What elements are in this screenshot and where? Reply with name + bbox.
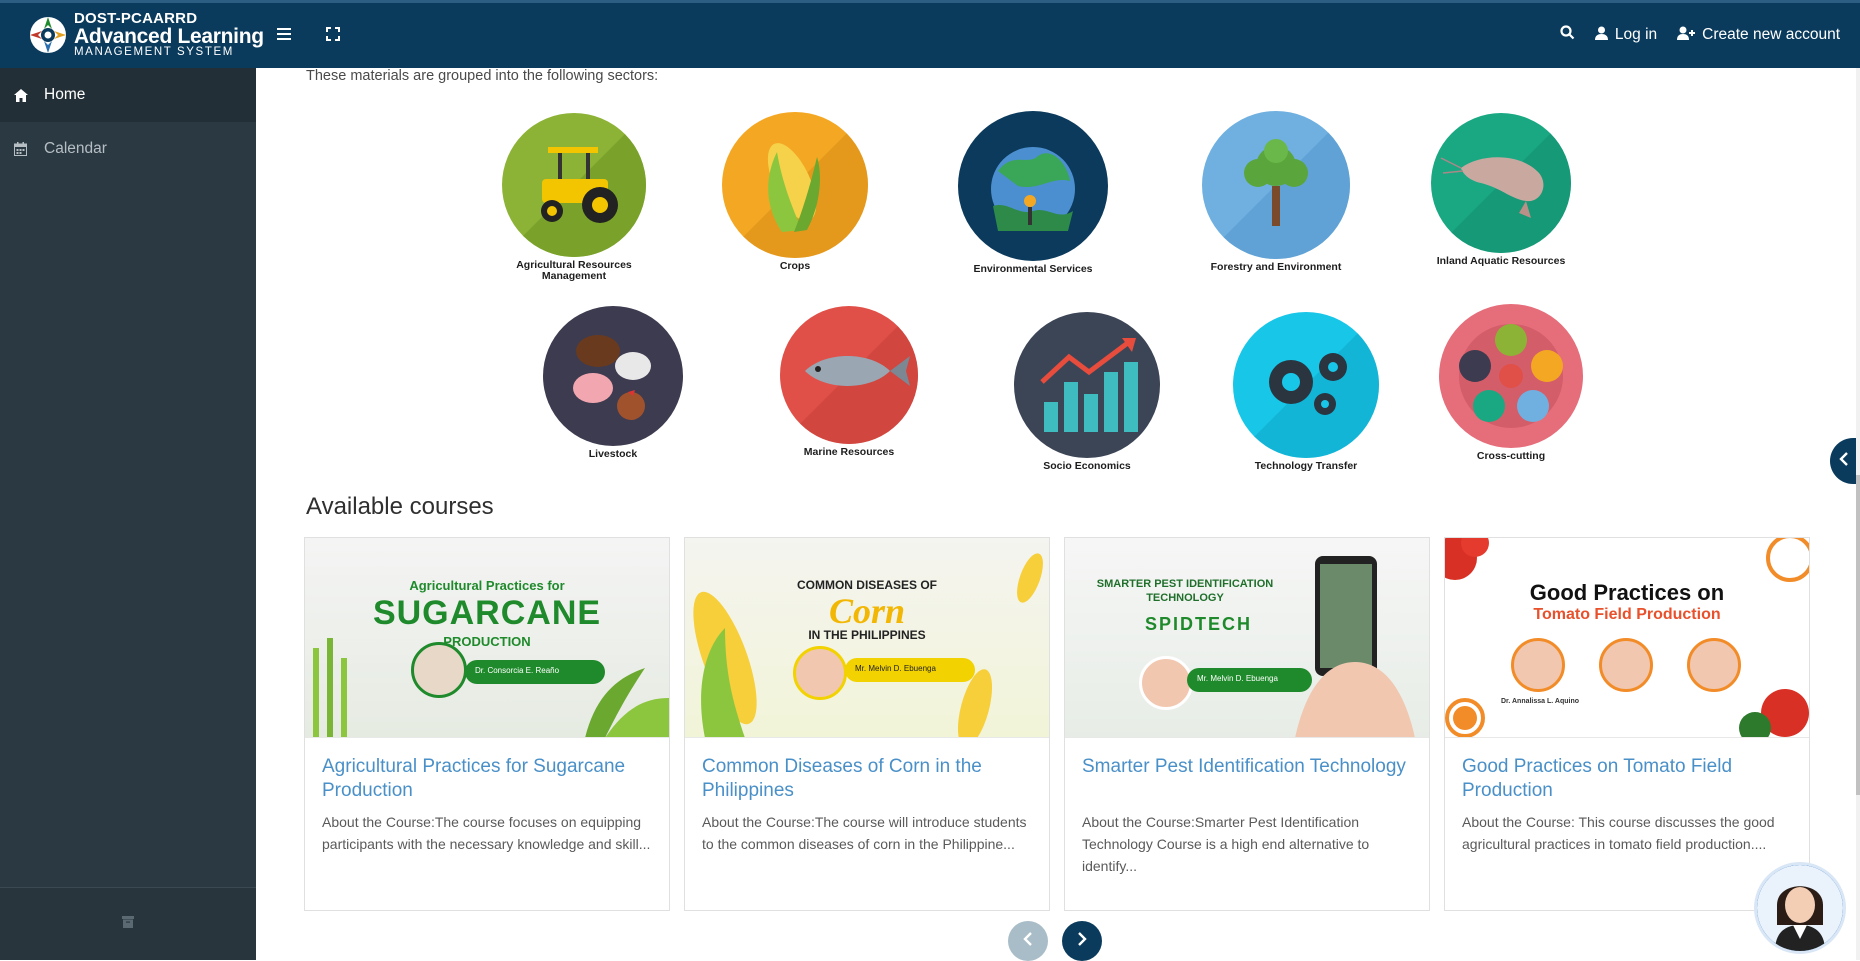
- fullscreen-button[interactable]: [320, 23, 346, 49]
- sector-label: Socio Economics: [1043, 460, 1131, 472]
- sectors-intro-text: These materials are grouped into the fol…: [306, 68, 659, 84]
- banner-line-2: TECHNOLOGY: [1146, 592, 1224, 604]
- chevron-left-icon: [1023, 931, 1033, 951]
- sector-forestry-environment[interactable]: Forestry and Environment: [1191, 111, 1361, 273]
- brand-line-1: DOST-PCAARRD: [74, 10, 198, 27]
- course-card[interactable]: Good Practices on Tomato Field Productio…: [1444, 537, 1810, 911]
- sector-agricultural-resources[interactable]: Agricultural Resources Management: [496, 113, 652, 282]
- fish-icon: [780, 306, 918, 444]
- chat-assistant-button[interactable]: [1754, 862, 1846, 954]
- cross-cutting-icon: [1439, 304, 1583, 448]
- create-account-link[interactable]: Create new account: [1677, 26, 1840, 45]
- menu-icon: [277, 27, 291, 45]
- chevron-right-icon: [1077, 931, 1087, 951]
- course-title-link[interactable]: Smarter Pest Identification Technology: [1082, 755, 1412, 779]
- calendar-icon: [14, 142, 32, 156]
- course-banner-image[interactable]: SMARTER PEST IDENTIFICATION TECHNOLOGY S…: [1065, 538, 1429, 738]
- sector-label: Inland Aquatic Resources: [1436, 255, 1566, 267]
- sector-livestock[interactable]: Livestock: [541, 306, 685, 460]
- create-account-label: Create new account: [1702, 26, 1840, 43]
- sidebar-item-calendar[interactable]: Calendar: [0, 122, 256, 176]
- home-icon: [14, 88, 32, 102]
- sector-label: Forestry and Environment: [1210, 261, 1342, 273]
- sector-label: Crops: [779, 260, 811, 272]
- brand-logo: [26, 13, 70, 57]
- livestock-icon: [543, 306, 683, 446]
- search-icon: [1560, 25, 1575, 45]
- sector-cross-cutting[interactable]: Cross-cutting: [1436, 304, 1586, 462]
- course-description: About the Course:Smarter Pest Identifica…: [1082, 814, 1370, 874]
- course-title-link[interactable]: Agricultural Practices for Sugarcane Pro…: [322, 755, 652, 803]
- sector-technology-transfer[interactable]: Technology Transfer: [1226, 312, 1386, 472]
- course-description: About the Course:The course will introdu…: [702, 814, 1027, 852]
- course-card[interactable]: Agricultural Practices for SUGARCANE PRO…: [304, 537, 670, 911]
- brand[interactable]: DOST-PCAARRD Advanced Learning MANAGEMEN…: [26, 11, 264, 59]
- available-courses-heading: Available courses: [306, 493, 494, 520]
- sector-socio-economics[interactable]: Socio Economics: [1012, 312, 1162, 472]
- banner-line-2: SUGARCANE: [372, 594, 602, 632]
- sector-label: Marine Resources: [803, 446, 895, 458]
- course-title-link[interactable]: Good Practices on Tomato Field Productio…: [1462, 755, 1792, 803]
- sector-label: Technology Transfer: [1254, 460, 1358, 472]
- menu-toggle-button[interactable]: [271, 23, 297, 49]
- course-banner-image[interactable]: COMMON DISEASES OF Corn IN THE PHILIPPIN…: [685, 538, 1049, 738]
- course-banner-image[interactable]: Agricultural Practices for SUGARCANE PRO…: [305, 538, 669, 738]
- sidebar: Home Calendar: [0, 68, 256, 960]
- banner-line-3: SPIDTECH: [1145, 614, 1253, 634]
- archive-icon[interactable]: [122, 915, 134, 933]
- sector-marine-resources[interactable]: Marine Resources: [779, 306, 919, 458]
- course-banner-image[interactable]: Good Practices on Tomato Field Productio…: [1445, 538, 1809, 738]
- navbar: DOST-PCAARRD Advanced Learning MANAGEMEN…: [0, 3, 1860, 68]
- course-card[interactable]: SMARTER PEST IDENTIFICATION TECHNOLOGY S…: [1064, 537, 1430, 911]
- sector-environmental-services[interactable]: Environmental Services: [958, 111, 1108, 275]
- shrimp-icon: [1431, 113, 1571, 253]
- course-description: About the Course:The course focuses on e…: [322, 814, 651, 852]
- tractor-icon: [502, 113, 646, 257]
- banner-line-1: Agricultural Practices for: [409, 578, 565, 593]
- carousel-next-button[interactable]: [1062, 921, 1102, 961]
- brand-line-2: Advanced Learning: [74, 25, 264, 48]
- sector-inland-aquatic[interactable]: Inland Aquatic Resources: [1426, 113, 1576, 267]
- carousel-prev-button[interactable]: [1008, 921, 1048, 961]
- sidebar-item-home[interactable]: Home: [0, 68, 256, 122]
- user-icon: [1594, 26, 1608, 45]
- main-content: These materials are grouped into the fol…: [256, 68, 1860, 961]
- bar-chart-icon: [1014, 312, 1160, 458]
- course-description: About the Course: This course discusses …: [1462, 814, 1775, 852]
- login-label: Log in: [1614, 26, 1658, 43]
- sidebar-item-label: Calendar: [44, 140, 107, 157]
- course-card[interactable]: COMMON DISEASES OF Corn IN THE PHILIPPIN…: [684, 537, 1050, 911]
- speaker-name: Mr. Melvin D. Ebuenga: [1187, 668, 1312, 692]
- speaker-photo: [1139, 656, 1193, 710]
- brand-line-3: MANAGEMENT SYSTEM: [74, 46, 234, 58]
- sector-label: Cross-cutting: [1476, 450, 1546, 462]
- gears-icon: [1233, 312, 1379, 458]
- sector-label: Agricultural Resources Management: [516, 259, 632, 283]
- sidebar-footer: [0, 887, 256, 960]
- search-button[interactable]: [1560, 25, 1575, 45]
- page-scrollbar-thumb[interactable]: [1856, 475, 1860, 795]
- user-plus-icon: [1677, 26, 1696, 45]
- fullscreen-icon: [326, 26, 340, 46]
- sector-label: Environmental Services: [973, 263, 1093, 275]
- banner-line-1: SMARTER PEST IDENTIFICATION: [1096, 578, 1274, 590]
- environment-icon: [958, 111, 1108, 261]
- sidebar-item-label: Home: [44, 86, 86, 103]
- sector-label: Livestock: [588, 448, 638, 460]
- sector-crops[interactable]: Crops: [720, 112, 870, 272]
- login-link[interactable]: Log in: [1594, 26, 1658, 45]
- course-title-link[interactable]: Common Diseases of Corn in the Philippin…: [702, 755, 1032, 803]
- tree-icon: [1202, 111, 1350, 259]
- chevron-left-icon: [1839, 451, 1849, 471]
- corn-icon: [722, 112, 868, 258]
